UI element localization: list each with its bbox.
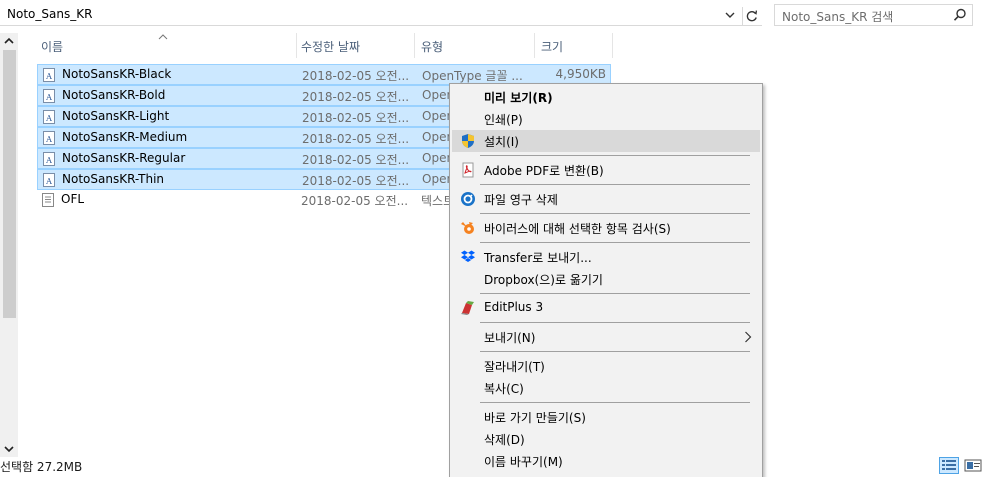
menu-item-label: Dropbox(으)로 옮기기 (484, 273, 603, 287)
menu-item-label: 보내기(N) (484, 331, 536, 345)
menu-item-install[interactable]: 설치(I) (452, 130, 760, 152)
editplus-icon (460, 300, 476, 316)
menu-item-label: 미리 보기(R) (484, 91, 553, 105)
svg-text:A: A (45, 177, 52, 186)
svg-text:A: A (45, 135, 52, 144)
search-box[interactable]: Noto_Sans_KR 검색 (774, 4, 973, 26)
menu-item-label: 바이러스에 대해 선택한 항목 검사(S) (484, 222, 671, 236)
menu-item-label: EditPlus 3 (484, 300, 544, 314)
file-date: 2018-02-05 오전... (301, 194, 409, 208)
scroll-down-icon[interactable] (0, 441, 18, 457)
file-date: 2018-02-05 오전... (302, 132, 410, 146)
menu-item-label: 설치(I) (484, 135, 519, 149)
font-file-icon: A (42, 110, 56, 124)
menu-item-label: 복사(C) (484, 382, 524, 396)
file-name: NotoSansKR-Medium (62, 130, 188, 144)
file-date: 2018-02-05 오전... (302, 174, 410, 188)
column-header-size-label: 크기 (541, 40, 564, 54)
column-divider[interactable] (612, 33, 613, 58)
scroll-up-icon[interactable] (0, 33, 18, 49)
menu-item-editplus[interactable]: EditPlus 3 (452, 297, 760, 319)
search-icon[interactable] (952, 7, 968, 23)
menu-item-transfer[interactable]: Transfer로 보내기... (452, 246, 760, 268)
menu-separator (480, 322, 750, 323)
menu-item-label: Adobe PDF로 변환(B) (484, 164, 604, 178)
menu-item-label: 파일 영구 삭제 (484, 193, 558, 207)
menu-separator (480, 293, 750, 294)
file-date: 2018-02-05 오전... (302, 153, 410, 167)
antivirus-icon (460, 220, 476, 236)
svg-text:A: A (45, 72, 52, 81)
file-date: 2018-02-05 오전... (302, 90, 410, 104)
dropbox-icon (460, 249, 476, 265)
menu-item-rename[interactable]: 이름 바꾸기(M) (452, 450, 760, 472)
file-date: 2018-02-05 오전... (302, 111, 410, 125)
file-name: NotoSansKR-Bold (62, 88, 166, 102)
address-bar[interactable]: Noto_Sans_KR (0, 4, 762, 26)
menu-item-print[interactable]: 인쇄(P) (452, 108, 760, 130)
file-row[interactable]: A NotoSansKR-Black 2018-02-05 오전... Open… (37, 64, 611, 85)
shield-icon (460, 133, 476, 149)
pdf-icon (460, 162, 476, 178)
menu-item-virus-scan[interactable]: 바이러스에 대해 선택한 항목 검사(S) (452, 217, 760, 239)
file-name: NotoSansKR-Regular (62, 151, 186, 165)
selection-status: 선택함 27.2MB (0, 460, 83, 474)
address-path[interactable]: Noto_Sans_KR (7, 7, 92, 21)
menu-item-dropbox-move[interactable]: Dropbox(으)로 옮기기 (452, 268, 760, 290)
search-input[interactable]: Noto_Sans_KR 검색 (782, 8, 893, 25)
menu-item-permanent-delete[interactable]: 파일 영구 삭제 (452, 188, 760, 210)
file-type: OpenType 글꼴 ... (422, 69, 523, 83)
font-file-icon: A (42, 152, 56, 166)
file-date: 2018-02-05 오전... (302, 69, 410, 83)
column-header-name-label: 이름 (41, 40, 64, 54)
font-file-icon: A (42, 131, 56, 145)
column-header-type-label: 유형 (421, 40, 444, 54)
refresh-icon[interactable] (742, 7, 760, 25)
large-icons-view-icon[interactable] (963, 457, 983, 474)
menu-item-cut[interactable]: 잘라내기(T) (452, 355, 760, 377)
details-view-icon[interactable] (939, 457, 959, 474)
font-file-icon: A (42, 68, 56, 82)
menu-item-label: 이름 바꾸기(M) (484, 455, 563, 469)
menu-item-preview[interactable]: 미리 보기(R) (452, 86, 760, 108)
file-name: OFL (61, 192, 85, 206)
menu-item-label: 삭제(D) (484, 433, 525, 447)
vertical-scrollbar[interactable] (0, 33, 18, 457)
menu-separator (480, 402, 750, 403)
menu-separator (480, 213, 750, 214)
scrollbar-thumb[interactable] (3, 50, 16, 318)
file-name: NotoSansKR-Thin (62, 172, 165, 186)
menu-item-send-to[interactable]: 보내기(N) (452, 326, 760, 348)
column-header-date[interactable]: 수정한 날짜 (297, 33, 415, 57)
menu-item-delete[interactable]: 삭제(D) (452, 428, 760, 450)
font-file-icon: A (42, 89, 56, 103)
menu-item-create-shortcut[interactable]: 바로 가기 만들기(S) (452, 406, 760, 428)
font-file-icon: A (42, 173, 56, 187)
svg-text:A: A (45, 93, 52, 102)
context-menu: 미리 보기(R) 인쇄(P) 설치(I) Adobe PDF로 변환(B) 파일… (449, 83, 763, 477)
text-file-icon (41, 193, 55, 207)
menu-separator (480, 242, 750, 243)
column-header-size[interactable]: 크기 (535, 33, 613, 57)
menu-item-label: 잘라내기(T) (484, 360, 545, 374)
svg-text:A: A (45, 156, 52, 165)
menu-separator (480, 351, 750, 352)
file-size: 4,950KB (555, 67, 606, 81)
column-header-type[interactable]: 유형 (415, 33, 535, 57)
file-name: NotoSansKR-Black (62, 67, 172, 81)
chevron-right-icon (744, 330, 752, 344)
menu-item-adobe-pdf[interactable]: Adobe PDF로 변환(B) (452, 159, 760, 181)
column-header-name[interactable]: 이름 (37, 33, 295, 57)
menu-item-label: 바로 가기 만들기(S) (484, 411, 586, 425)
menu-separator (480, 184, 750, 185)
column-header-date-label: 수정한 날짜 (301, 40, 361, 54)
svg-text:A: A (45, 114, 52, 123)
shredder-icon (460, 191, 476, 207)
menu-item-copy[interactable]: 복사(C) (452, 377, 760, 399)
file-name: NotoSansKR-Light (62, 109, 170, 123)
chevron-down-icon[interactable] (723, 7, 737, 23)
menu-separator (480, 155, 750, 156)
menu-item-label: Transfer로 보내기... (484, 251, 592, 265)
menu-item-label: 인쇄(P) (484, 113, 523, 127)
